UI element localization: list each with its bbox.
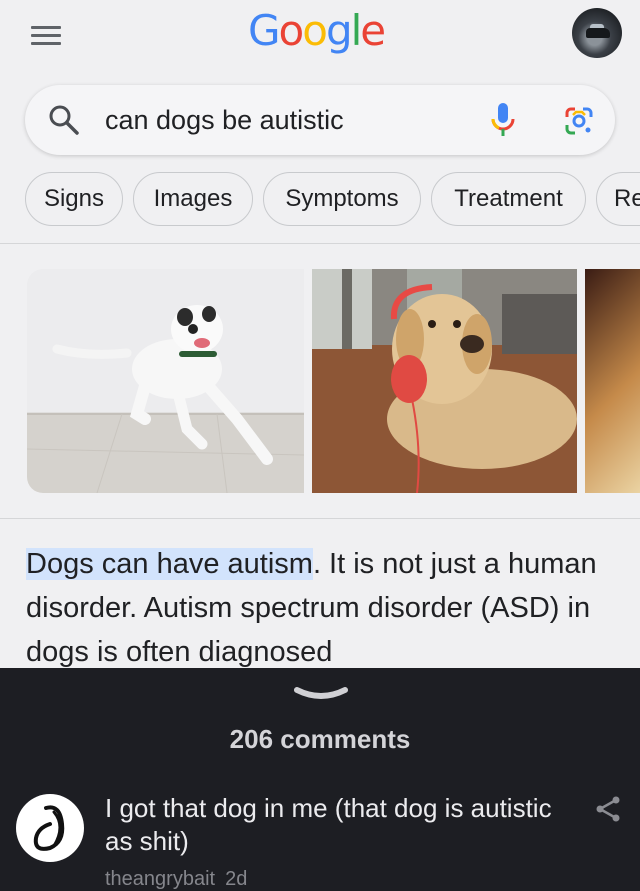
hamburger-menu-icon[interactable] <box>31 26 61 46</box>
logo-letter: o <box>278 6 305 55</box>
image-result-dog-headphones[interactable] <box>312 269 577 493</box>
logo-letter: l <box>350 6 363 55</box>
divider <box>0 518 640 519</box>
filter-chips: Signs Images Symptoms Treatment Re <box>0 172 640 230</box>
google-search-screenshot: Google can dogs be autistic Signs Images… <box>0 0 640 668</box>
comments-count: 206 comments <box>229 724 411 754</box>
chevron-down-icon[interactable] <box>293 684 349 704</box>
snippet-highlight: Dogs can have autism <box>26 548 313 580</box>
logo-letter: G <box>248 6 281 55</box>
comment-time: 2d <box>225 868 248 890</box>
commenter-avatar[interactable] <box>16 794 84 862</box>
dog-photo <box>312 269 577 493</box>
divider <box>0 243 640 244</box>
comment-author[interactable]: theangrybait <box>105 868 215 890</box>
chip-signs[interactable]: Signs <box>25 172 123 226</box>
comment-meta: theangrybait 2d <box>105 868 247 891</box>
image-result-dog-partial[interactable] <box>585 269 640 493</box>
logo-letter: o <box>302 6 328 55</box>
search-icon[interactable] <box>47 103 81 137</box>
chip-partial[interactable]: Re <box>596 172 640 226</box>
logo-letter: e <box>360 6 386 55</box>
chip-symptoms[interactable]: Symptoms <box>263 172 421 226</box>
microphone-icon[interactable] <box>489 101 517 139</box>
logo-letter: g <box>325 6 353 55</box>
share-icon[interactable] <box>594 796 622 822</box>
comment-body: I got that dog in me (that dog is autist… <box>105 793 552 856</box>
account-avatar[interactable] <box>572 8 622 58</box>
avatar-logo-icon <box>33 805 65 851</box>
google-lens-icon[interactable] <box>563 105 595 137</box>
featured-snippet: Dogs can have autism. It is not just a h… <box>26 542 626 668</box>
image-result-dog-white[interactable] <box>27 269 304 493</box>
chip-treatment[interactable]: Treatment <box>431 172 586 226</box>
google-logo: Google <box>248 6 386 55</box>
search-input[interactable]: can dogs be autistic <box>105 105 344 136</box>
search-bar[interactable]: can dogs be autistic <box>25 85 615 155</box>
chip-images[interactable]: Images <box>133 172 253 226</box>
dog-photo <box>27 305 304 493</box>
